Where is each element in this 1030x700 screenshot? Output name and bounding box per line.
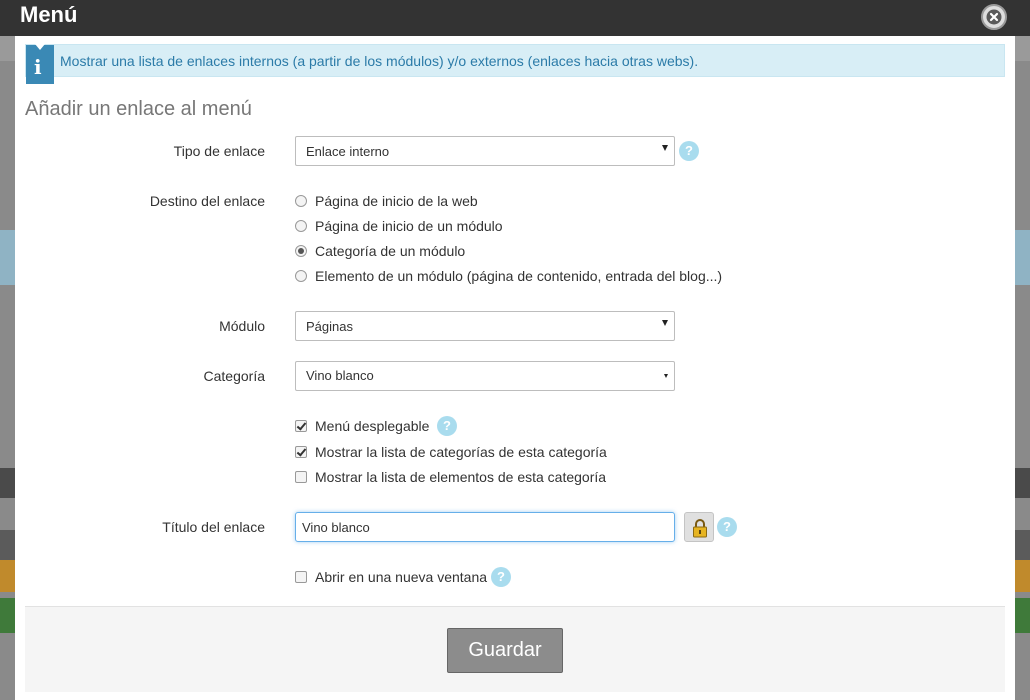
radio-button[interactable] <box>295 195 307 208</box>
link-title-label: Título del enlace <box>162 519 265 535</box>
link-type-label: Tipo de enlace <box>173 143 265 159</box>
checkbox-show-elements[interactable]: Mostrar la lista de elementos de esta ca… <box>295 469 606 485</box>
destination-label: Destino del enlace <box>149 193 265 209</box>
radio-label: Categoría de un módulo <box>315 243 466 259</box>
info-text: Mostrar una lista de enlaces internos (a… <box>60 53 699 69</box>
checkbox-label: Abrir en una nueva ventana <box>315 569 488 585</box>
checkbox-show-categories[interactable]: Mostrar la lista de categorías de esta c… <box>295 444 607 460</box>
help-icon[interactable]: ? <box>717 517 737 537</box>
modal-title: Menú <box>20 2 78 27</box>
modal-footer: Guardar <box>25 606 1005 692</box>
checkbox-label: Menú desplegable <box>315 418 430 434</box>
radio-option-home-web[interactable]: Página de inicio de la web <box>295 193 478 209</box>
checkbox-new-window[interactable]: Abrir en una nueva ventana <box>295 569 487 585</box>
lock-icon <box>693 519 707 538</box>
checkbox-label: Mostrar la lista de categorías de esta c… <box>315 444 607 460</box>
radio-option-module-element[interactable]: Elemento de un módulo (página de conteni… <box>295 268 722 284</box>
checkbox[interactable] <box>295 471 307 484</box>
section-title: Añadir un enlace al menú <box>25 98 252 120</box>
link-title-input[interactable] <box>295 512 675 542</box>
chevron-down-icon <box>662 145 668 151</box>
checkbox[interactable] <box>295 446 307 459</box>
chevron-down-icon <box>662 320 668 326</box>
radio-button[interactable] <box>295 220 307 233</box>
help-icon[interactable]: ? <box>491 567 511 587</box>
lock-button[interactable] <box>684 512 714 542</box>
radio-option-module-category[interactable]: Categoría de un módulo <box>295 243 465 259</box>
category-select[interactable]: Vino blanco <box>295 361 675 391</box>
checkbox[interactable] <box>295 420 307 433</box>
help-icon[interactable]: ? <box>679 141 699 161</box>
modal-header: Menú <box>0 0 1030 36</box>
module-label: Módulo <box>219 318 265 334</box>
checkbox-label: Mostrar la lista de elementos de esta ca… <box>315 469 607 485</box>
radio-label: Elemento de un módulo (página de conteni… <box>315 268 723 284</box>
save-button[interactable]: Guardar <box>447 628 563 673</box>
close-icon <box>986 9 1002 25</box>
radio-button[interactable] <box>295 245 307 258</box>
module-value: Páginas <box>306 319 353 334</box>
help-icon[interactable]: ? <box>437 416 457 436</box>
radio-label: Página de inicio de un módulo <box>315 218 503 234</box>
module-select[interactable]: Páginas <box>295 311 675 341</box>
radio-label: Página de inicio de la web <box>315 193 478 209</box>
chevron-down-icon <box>664 374 668 378</box>
info-bar: i Mostrar una lista de enlaces internos … <box>25 44 1005 84</box>
close-button[interactable] <box>981 4 1007 30</box>
radio-button[interactable] <box>295 270 307 283</box>
checkbox-dropdown-menu[interactable]: Menú desplegable <box>295 418 429 434</box>
link-type-select[interactable]: Enlace interno <box>295 136 675 166</box>
modal-body: i Mostrar una lista de enlaces internos … <box>15 36 1015 700</box>
checkbox[interactable] <box>295 571 307 584</box>
category-label: Categoría <box>203 368 265 384</box>
info-icon: i <box>26 44 54 84</box>
category-value: Vino blanco <box>306 368 374 383</box>
radio-option-home-module[interactable]: Página de inicio de un módulo <box>295 218 503 234</box>
link-type-value: Enlace interno <box>306 144 390 159</box>
